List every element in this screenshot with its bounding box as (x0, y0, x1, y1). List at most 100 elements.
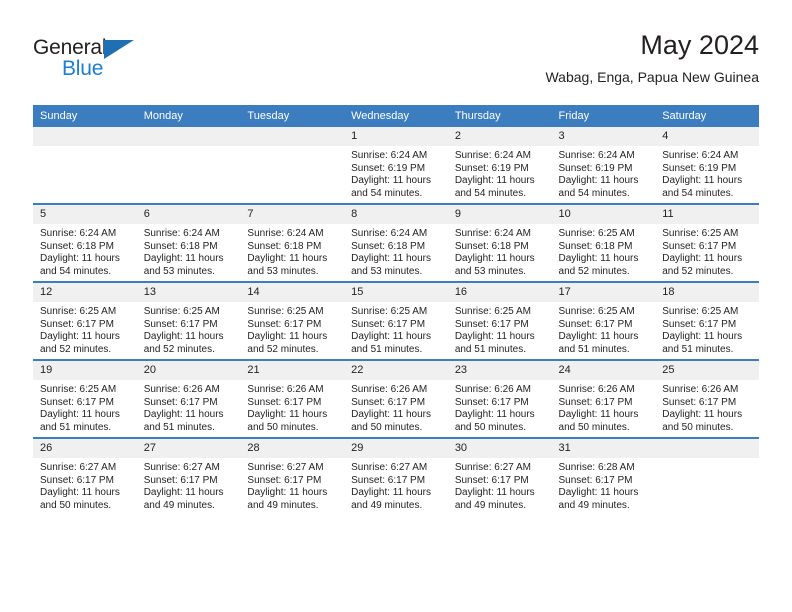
calendar-week-row: 5 Sunrise: 6:24 AM Sunset: 6:18 PM Daylight… (33, 203, 759, 282)
day-number: 21 (240, 361, 345, 380)
day-detail-line: Sunset: 6:17 PM (351, 474, 426, 486)
day-number: 31 (551, 439, 656, 458)
day-detail-line: Sunrise: 6:25 AM (454, 306, 531, 317)
calendar-day-cell[interactable]: 1 Sunrise: 6:24 AM Sunset: 6:19 PM Daylight… (344, 127, 448, 204)
calendar-week-row: 1 Sunrise: 6:24 AM Sunset: 6:19 PM Daylight… (33, 127, 759, 204)
day-detail-line: and 54 minutes. (558, 187, 630, 199)
day-detail-line: Daylight: 11 hours (40, 409, 120, 421)
calendar-day-cell[interactable]: 19 Sunrise: 6:25 AM Sunset: 6:17 PM Dayligh… (33, 359, 137, 438)
weekday-header-sunday: Sunday (33, 105, 137, 127)
day-detail-line: and 54 minutes. (40, 265, 112, 277)
calendar-day-cell[interactable]: 20 Sunrise: 6:26 AM Sunset: 6:17 PM Dayligh… (136, 359, 241, 438)
day-number: 28 (240, 439, 345, 458)
day-sun-details: Sunrise: 6:26 AM Sunset: 6:17 PM Daylight:… (137, 380, 241, 434)
day-number: 8 (344, 205, 448, 224)
calendar-day-cell[interactable]: 18 Sunrise: 6:25 AM Sunset: 6:17 PM Dayligh… (655, 281, 759, 360)
day-number: 25 (655, 361, 759, 380)
calendar-day-cell[interactable]: 30 Sunrise: 6:27 AM Sunset: 6:17 PM Dayligh… (447, 437, 552, 515)
calendar-day-cell[interactable]: 9 Sunrise: 6:24 AM Sunset: 6:18 PM Daylight… (447, 203, 552, 282)
day-detail-line: Sunrise: 6:24 AM (40, 228, 117, 239)
day-detail-line: Sunset: 6:19 PM (351, 162, 426, 174)
calendar-day-cell[interactable]: 17 Sunrise: 6:25 AM Sunset: 6:17 PM Dayligh… (551, 281, 656, 360)
day-sun-details: Sunrise: 6:25 AM Sunset: 6:17 PM Daylight:… (655, 302, 759, 356)
calendar-day-cell[interactable]: 16 Sunrise: 6:25 AM Sunset: 6:17 PM Dayligh… (447, 281, 552, 360)
day-sun-details (240, 146, 344, 150)
calendar-day-cell[interactable]: 12 Sunrise: 6:25 AM Sunset: 6:17 PM Dayligh… (33, 281, 137, 360)
day-detail-line: Sunset: 6:17 PM (351, 318, 426, 330)
day-number: 10 (551, 205, 656, 224)
calendar-day-cell[interactable]: 24 Sunrise: 6:26 AM Sunset: 6:17 PM Dayligh… (551, 359, 656, 438)
day-detail-line: Sunrise: 6:24 AM (351, 150, 428, 161)
day-detail-line: Sunset: 6:17 PM (247, 474, 322, 486)
day-detail-line: Sunset: 6:17 PM (454, 396, 529, 408)
day-detail-line: Sunrise: 6:25 AM (143, 306, 220, 317)
calendar-day-cell[interactable]: 13 Sunrise: 6:25 AM Sunset: 6:17 PM Dayligh… (136, 281, 241, 360)
day-number (136, 127, 241, 146)
calendar-day-cell[interactable]: 7 Sunrise: 6:24 AM Sunset: 6:18 PM Daylight… (240, 203, 345, 282)
calendar-day-cell[interactable]: 4 Sunrise: 6:24 AM Sunset: 6:19 PM Daylight… (655, 127, 759, 204)
day-detail-line: Sunset: 6:17 PM (351, 396, 426, 408)
day-sun-details: Sunrise: 6:25 AM Sunset: 6:17 PM Daylight:… (655, 224, 759, 278)
day-number: 13 (136, 283, 241, 302)
calendar-day-cell[interactable]: 27 Sunrise: 6:27 AM Sunset: 6:17 PM Dayligh… (136, 437, 241, 515)
calendar-day-cell[interactable]: 10 Sunrise: 6:25 AM Sunset: 6:18 PM Dayligh… (551, 203, 656, 282)
day-detail-line: and 50 minutes. (247, 421, 319, 433)
day-detail-line: Sunset: 6:18 PM (40, 240, 114, 252)
day-detail-line: Sunrise: 6:25 AM (662, 306, 739, 317)
day-detail-line: Daylight: 11 hours (558, 253, 639, 265)
day-sun-details: Sunrise: 6:27 AM Sunset: 6:17 PM Daylight:… (240, 458, 344, 512)
calendar-day-cell[interactable]: 26 Sunrise: 6:27 AM Sunset: 6:17 PM Dayligh… (33, 437, 137, 515)
day-number: 7 (240, 205, 345, 224)
day-sun-details: Sunrise: 6:26 AM Sunset: 6:17 PM Daylight:… (448, 380, 552, 434)
day-detail-line: Daylight: 11 hours (662, 175, 743, 187)
day-detail-line: Daylight: 11 hours (351, 253, 431, 265)
day-sun-details (33, 146, 137, 150)
weekday-header-friday: Friday (551, 105, 656, 127)
day-detail-line: Sunset: 6:18 PM (143, 240, 218, 252)
day-number: 24 (551, 361, 656, 380)
day-detail-line: Daylight: 11 hours (454, 175, 535, 187)
day-detail-line: and 49 minutes. (454, 499, 526, 511)
calendar-day-cell[interactable]: 29 Sunrise: 6:27 AM Sunset: 6:17 PM Dayligh… (344, 437, 448, 515)
day-detail-line: Sunrise: 6:26 AM (351, 384, 428, 395)
day-detail-line: and 51 minutes. (143, 421, 215, 433)
calendar-week-row: 26 Sunrise: 6:27 AM Sunset: 6:17 PM Dayligh… (33, 437, 759, 515)
calendar-day-cell[interactable]: 6 Sunrise: 6:24 AM Sunset: 6:18 PM Daylight… (136, 203, 241, 282)
day-number (33, 127, 137, 146)
calendar-day-cell[interactable]: 31 Sunrise: 6:28 AM Sunset: 6:17 PM Dayligh… (551, 437, 656, 515)
day-sun-details: Sunrise: 6:24 AM Sunset: 6:19 PM Daylight:… (552, 146, 656, 200)
day-sun-details: Sunrise: 6:26 AM Sunset: 6:17 PM Daylight:… (240, 380, 344, 434)
day-sun-details: Sunrise: 6:28 AM Sunset: 6:17 PM Daylight:… (552, 458, 656, 512)
calendar-day-cell[interactable]: 22 Sunrise: 6:26 AM Sunset: 6:17 PM Dayligh… (344, 359, 448, 438)
day-detail-line: Sunrise: 6:24 AM (454, 150, 531, 161)
calendar-day-cell[interactable]: 14 Sunrise: 6:25 AM Sunset: 6:17 PM Dayligh… (240, 281, 345, 360)
day-detail-line: Sunset: 6:17 PM (40, 474, 114, 486)
day-sun-details: Sunrise: 6:25 AM Sunset: 6:17 PM Daylight:… (240, 302, 344, 356)
calendar-day-cell[interactable]: 3 Sunrise: 6:24 AM Sunset: 6:19 PM Daylight… (551, 127, 656, 204)
calendar-day-cell[interactable]: 2 Sunrise: 6:24 AM Sunset: 6:19 PM Daylight… (447, 127, 552, 204)
day-number: 12 (33, 283, 137, 302)
day-detail-line: and 54 minutes. (454, 187, 526, 199)
day-detail-line: and 52 minutes. (558, 265, 630, 277)
calendar-day-cell[interactable]: 8 Sunrise: 6:24 AM Sunset: 6:18 PM Daylight… (344, 203, 448, 282)
day-detail-line: Daylight: 11 hours (247, 331, 328, 343)
calendar-day-cell[interactable]: 21 Sunrise: 6:26 AM Sunset: 6:17 PM Dayligh… (240, 359, 345, 438)
day-detail-line: Sunrise: 6:25 AM (40, 306, 117, 317)
day-detail-line: Daylight: 11 hours (662, 253, 743, 265)
calendar-day-cell[interactable]: 15 Sunrise: 6:25 AM Sunset: 6:17 PM Dayligh… (344, 281, 448, 360)
day-detail-line: Sunset: 6:17 PM (143, 318, 218, 330)
calendar-day-cell[interactable]: 25 Sunrise: 6:26 AM Sunset: 6:17 PM Dayligh… (655, 359, 759, 438)
calendar-day-cell[interactable]: 5 Sunrise: 6:24 AM Sunset: 6:18 PM Daylight… (33, 203, 137, 282)
day-sun-details: Sunrise: 6:26 AM Sunset: 6:17 PM Daylight:… (552, 380, 656, 434)
page-subtitle: Wabag, Enga, Papua New Guinea (545, 69, 759, 85)
calendar-day-cell[interactable]: 11 Sunrise: 6:25 AM Sunset: 6:17 PM Dayligh… (655, 203, 759, 282)
day-detail-line: Daylight: 11 hours (351, 409, 431, 421)
calendar-day-cell[interactable]: 28 Sunrise: 6:27 AM Sunset: 6:17 PM Dayligh… (240, 437, 345, 515)
day-detail-line: Sunrise: 6:26 AM (662, 384, 739, 395)
day-detail-line: Sunrise: 6:28 AM (558, 462, 635, 473)
calendar-day-cell[interactable]: 23 Sunrise: 6:26 AM Sunset: 6:17 PM Dayligh… (447, 359, 552, 438)
calendar-day-cell-empty (136, 127, 241, 204)
day-detail-line: Sunset: 6:18 PM (351, 240, 426, 252)
general-blue-logo: General Blue (33, 36, 173, 90)
day-detail-line: and 53 minutes. (351, 265, 423, 277)
